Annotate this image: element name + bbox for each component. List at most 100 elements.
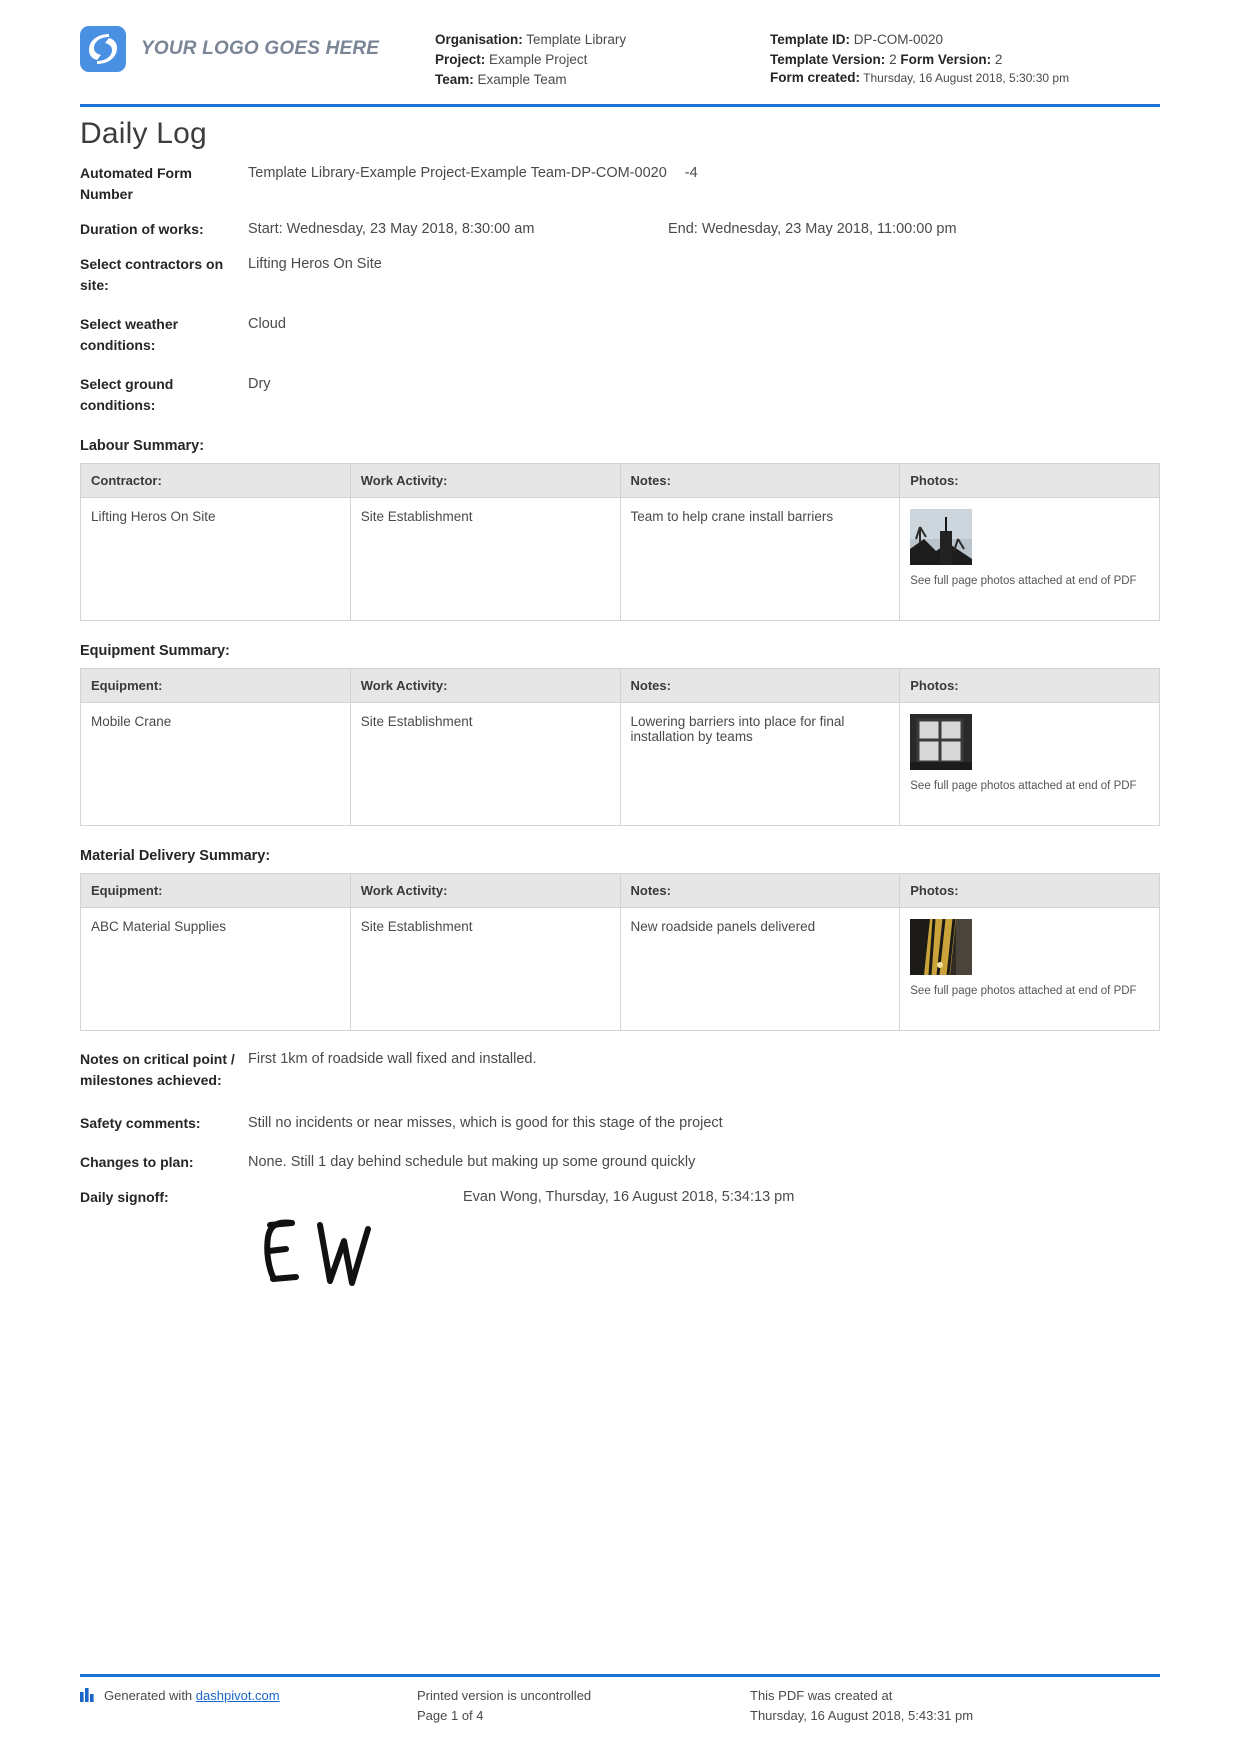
field-label: Notes on critical point / milestones ach… [80,1051,235,1088]
form-created-row: Form created: Thursday, 16 August 2018, … [770,70,1160,86]
column-header: Photos: [899,668,1160,703]
organisation-value: Template Library [526,32,627,47]
duration-end: End: Wednesday, 23 May 2018, 11:00:00 pm [668,221,957,237]
column-header: Notes: [619,668,901,703]
table-header-row: Contractor: Work Activity: Notes: Photos… [80,463,1160,498]
cell-equipment: Mobile Crane [80,702,351,826]
column-header: Notes: [619,873,901,908]
organisation-label: Organisation: [435,32,523,47]
table-row: ABC Material Supplies Site Establishment… [80,907,1160,1031]
table-row: Lifting Heros On Site Site Establishment… [80,497,1160,621]
cell-photos: See full page photos attached at end of … [899,497,1160,621]
cell-equipment: ABC Material Supplies [80,907,351,1031]
field-notes-critical-milestones: Notes on critical point / milestones ach… [80,1049,1160,1091]
table-header-row: Equipment: Work Activity: Notes: Photos: [80,873,1160,908]
form-created-label: Form created: [770,70,861,85]
field-daily-signoff: Daily signoff: Evan Wong, Thursday, 16 A… [80,1189,1160,1205]
field-value: None. Still 1 day behind schedule but ma… [248,1154,696,1170]
header-meta-right: Template ID: DP-COM-0020 Template Versio… [770,16,1160,86]
header-meta-left: Organisation: Template Library Project: … [435,16,770,90]
logo-text: YOUR LOGO GOES HERE [141,38,380,59]
field-value: Template Library-Example Project-Example… [248,163,1160,205]
field-label: Automated Form Number [80,165,192,202]
equipment-summary-title: Equipment Summary: [80,643,230,659]
team-label: Team: [435,72,474,87]
footer-print-info: Printed version is uncontrolled Page 1 o… [417,1686,750,1726]
field-select-contractors: Select contractors on site: Lifting Hero… [80,254,1160,296]
equipment-summary-table: Equipment: Work Activity: Notes: Photos:… [80,668,1160,826]
field-changes-to-plan: Changes to plan: None. Still 1 day behin… [80,1152,1160,1173]
photo-caption: See full page photos attached at end of … [910,575,1137,587]
field-value: Still no incidents or near misses, which… [248,1115,723,1131]
field-value: Cloud [248,316,286,332]
team-row: Team: Example Team [435,70,770,90]
created-at-label: This PDF was created at [750,1688,893,1703]
field-label: Changes to plan: [80,1154,194,1170]
page-title: Daily Log [80,117,207,150]
column-header: Equipment: [80,668,351,703]
table-header-row: Equipment: Work Activity: Notes: Photos: [80,668,1160,703]
cell-notes: Team to help crane install barriers [619,497,901,621]
form-version-value: 2 [994,52,1003,67]
cell-notes: Lowering barriers into place for final i… [619,702,901,826]
field-value: First 1km of roadside wall fixed and ins… [248,1051,537,1067]
labour-summary-table: Contractor: Work Activity: Notes: Photos… [80,463,1160,621]
photo-thumbnail [910,714,973,770]
team-value: Example Team [477,72,567,87]
template-version-row: Template Version: 2 Form Version: 2 [770,50,1160,70]
project-label: Project: [435,52,486,67]
field-select-weather: Select weather conditions: Cloud [80,314,1160,356]
document-footer: Generated with dashpivot.com Printed ver… [80,1674,1160,1726]
field-value: Dry [248,376,271,392]
column-header: Work Activity: [349,668,621,703]
cell-work-activity: Site Establishment [349,907,621,1031]
field-label: Select ground conditions: [80,376,174,413]
uncontrolled-notice: Printed version is uncontrolled [417,1688,592,1703]
organisation-row: Organisation: Template Library [435,30,770,50]
template-id-value: DP-COM-0020 [853,32,944,47]
column-header: Work Activity: [349,463,621,498]
form-created-value: Thursday, 16 August 2018, 5:30:30 pm [863,71,1070,85]
cell-photos: See full page photos attached at end of … [899,702,1160,826]
material-delivery-summary-title: Material Delivery Summary: [80,848,271,864]
afn-suffix: -4 [684,165,698,181]
signoff-name-value: Evan Wong, Thursday, 16 August 2018, 5:3… [463,1189,795,1205]
field-label: Daily signoff: [80,1189,169,1205]
created-at-value: Thursday, 16 August 2018, 5:43:31 pm [750,1708,974,1723]
template-id-label: Template ID: [770,32,851,47]
cell-photos: See full page photos attached at end of … [899,907,1160,1031]
cell-work-activity: Site Establishment [349,702,621,826]
footer-generated-with: Generated with dashpivot.com [80,1686,417,1726]
dashpivot-logo-icon [80,1688,97,1708]
logo-mark-icon [80,26,126,72]
signature-image [248,1211,1160,1306]
photo-thumbnail [910,509,973,565]
document-header: YOUR LOGO GOES HERE Organisation: Templa… [80,0,1160,100]
cell-contractor: Lifting Heros On Site [80,497,351,621]
company-logo: YOUR LOGO GOES HERE [80,16,435,72]
field-label: Duration of works: [80,221,204,237]
field-select-ground: Select ground conditions: Dry [80,374,1160,416]
template-id-row: Template ID: DP-COM-0020 [770,30,1160,50]
form-version-label: Form Version: [900,52,992,67]
page-number: Page 1 of 4 [417,1708,484,1723]
afn-value: Template Library-Example Project-Example… [248,165,667,181]
cell-notes: New roadside panels delivered [619,907,901,1031]
header-divider [80,104,1160,107]
field-value: Lifting Heros On Site [248,256,382,272]
table-row: Mobile Crane Site Establishment Lowering… [80,702,1160,826]
column-header: Notes: [619,463,901,498]
template-version-value: 2 [889,52,897,67]
column-header: Work Activity: [349,873,621,908]
footer-created-info: This PDF was created at Thursday, 16 Aug… [750,1686,1160,1726]
template-version-label: Template Version: [770,52,886,67]
generated-with-label: Generated with [104,1688,193,1703]
photo-caption: See full page photos attached at end of … [910,780,1137,792]
photo-caption: See full page photos attached at end of … [910,985,1137,997]
dashpivot-link[interactable]: dashpivot.com [196,1686,280,1706]
material-delivery-summary-table: Equipment: Work Activity: Notes: Photos:… [80,873,1160,1031]
field-label: Select weather conditions: [80,316,179,353]
field-automated-form-number: Automated Form Number Template Library-E… [80,163,1160,205]
project-row: Project: Example Project [435,50,770,70]
field-duration-of-works: Duration of works: Start: Wednesday, 23 … [80,219,1160,240]
